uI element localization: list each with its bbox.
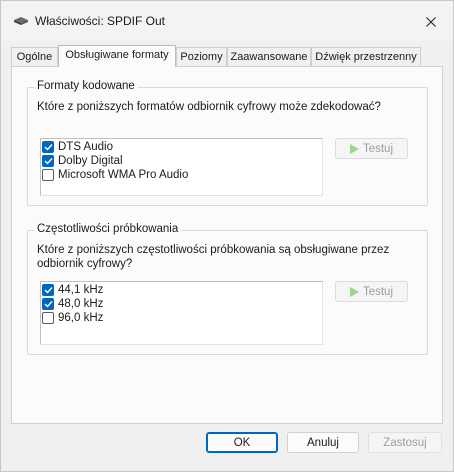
test-formats-button[interactable]: Testuj	[335, 138, 408, 159]
apply-button[interactable]: Zastosuj	[368, 432, 442, 453]
checkbox-checked-icon[interactable]	[42, 141, 54, 153]
tab-spatial-sound[interactable]: Dźwięk przestrzenny	[311, 47, 421, 66]
encoded-formats-group: Formaty kodowane Które z poniższych form…	[27, 80, 428, 206]
rate-label: 96,0 kHz	[58, 312, 104, 324]
tab-general[interactable]: Ogólne	[11, 47, 58, 66]
play-icon	[349, 143, 359, 154]
rates-question-line2: odbiornik cyfrowy?	[37, 258, 133, 270]
speaker-device-icon	[14, 17, 28, 25]
checkbox-unchecked-icon[interactable]	[42, 169, 54, 181]
close-button[interactable]	[419, 11, 443, 33]
play-icon	[349, 286, 359, 297]
rates-question-line1: Które z poniższych częstotliwości próbko…	[37, 244, 390, 256]
checkbox-unchecked-icon[interactable]	[42, 312, 54, 324]
ok-button[interactable]: OK	[206, 432, 278, 453]
encoded-formats-title: Formaty kodowane	[34, 80, 138, 92]
rate-item-96[interactable]: 96,0 kHz	[41, 311, 103, 325]
window-title: Właściwości: SPDIF Out	[35, 14, 166, 28]
tab-strip: Ogólne Obsługiwane formaty Poziomy Zaawa…	[11, 45, 443, 67]
rate-label: 44,1 kHz	[58, 284, 104, 296]
rate-label: 48,0 kHz	[58, 298, 104, 310]
sample-rates-title: Częstotliwości próbkowania	[34, 223, 182, 235]
rate-item-44[interactable]: 44,1 kHz	[41, 283, 103, 297]
checkbox-checked-icon[interactable]	[42, 155, 54, 167]
cancel-button[interactable]: Anuluj	[287, 432, 359, 453]
checkbox-checked-icon[interactable]	[42, 284, 54, 296]
tab-levels[interactable]: Poziomy	[176, 47, 227, 66]
tab-panel: Formaty kodowane Które z poniższych form…	[11, 66, 443, 424]
test-rates-button[interactable]: Testuj	[335, 281, 408, 302]
formats-question: Które z poniższych formatów odbiornik cy…	[37, 101, 381, 113]
title-bar: Właściwości: SPDIF Out	[1, 1, 453, 41]
rate-item-48[interactable]: 48,0 kHz	[41, 297, 103, 311]
formats-listbox: DTS Audio Dolby Digital Microsoft WMA Pr…	[40, 138, 323, 196]
close-icon	[426, 17, 436, 27]
format-label: DTS Audio	[58, 141, 113, 153]
properties-dialog: Właściwości: SPDIF Out Ogólne Obsługiwan…	[0, 0, 454, 472]
format-label: Dolby Digital	[58, 155, 123, 167]
format-item-wma-pro[interactable]: Microsoft WMA Pro Audio	[41, 168, 188, 182]
test-button-label: Testuj	[362, 142, 394, 155]
test-button-label: Testuj	[362, 285, 394, 298]
format-label: Microsoft WMA Pro Audio	[58, 169, 189, 181]
rates-listbox: 44,1 kHz 48,0 kHz 96,0 kHz	[40, 281, 323, 345]
format-item-dolby[interactable]: Dolby Digital	[41, 154, 123, 168]
format-item-dts[interactable]: DTS Audio	[41, 140, 113, 154]
sample-rates-group: Częstotliwości próbkowania Które z poniż…	[27, 223, 428, 355]
tab-advanced[interactable]: Zaawansowane	[227, 47, 311, 66]
tab-supported-formats[interactable]: Obsługiwane formaty	[58, 45, 176, 67]
checkbox-checked-icon[interactable]	[42, 298, 54, 310]
